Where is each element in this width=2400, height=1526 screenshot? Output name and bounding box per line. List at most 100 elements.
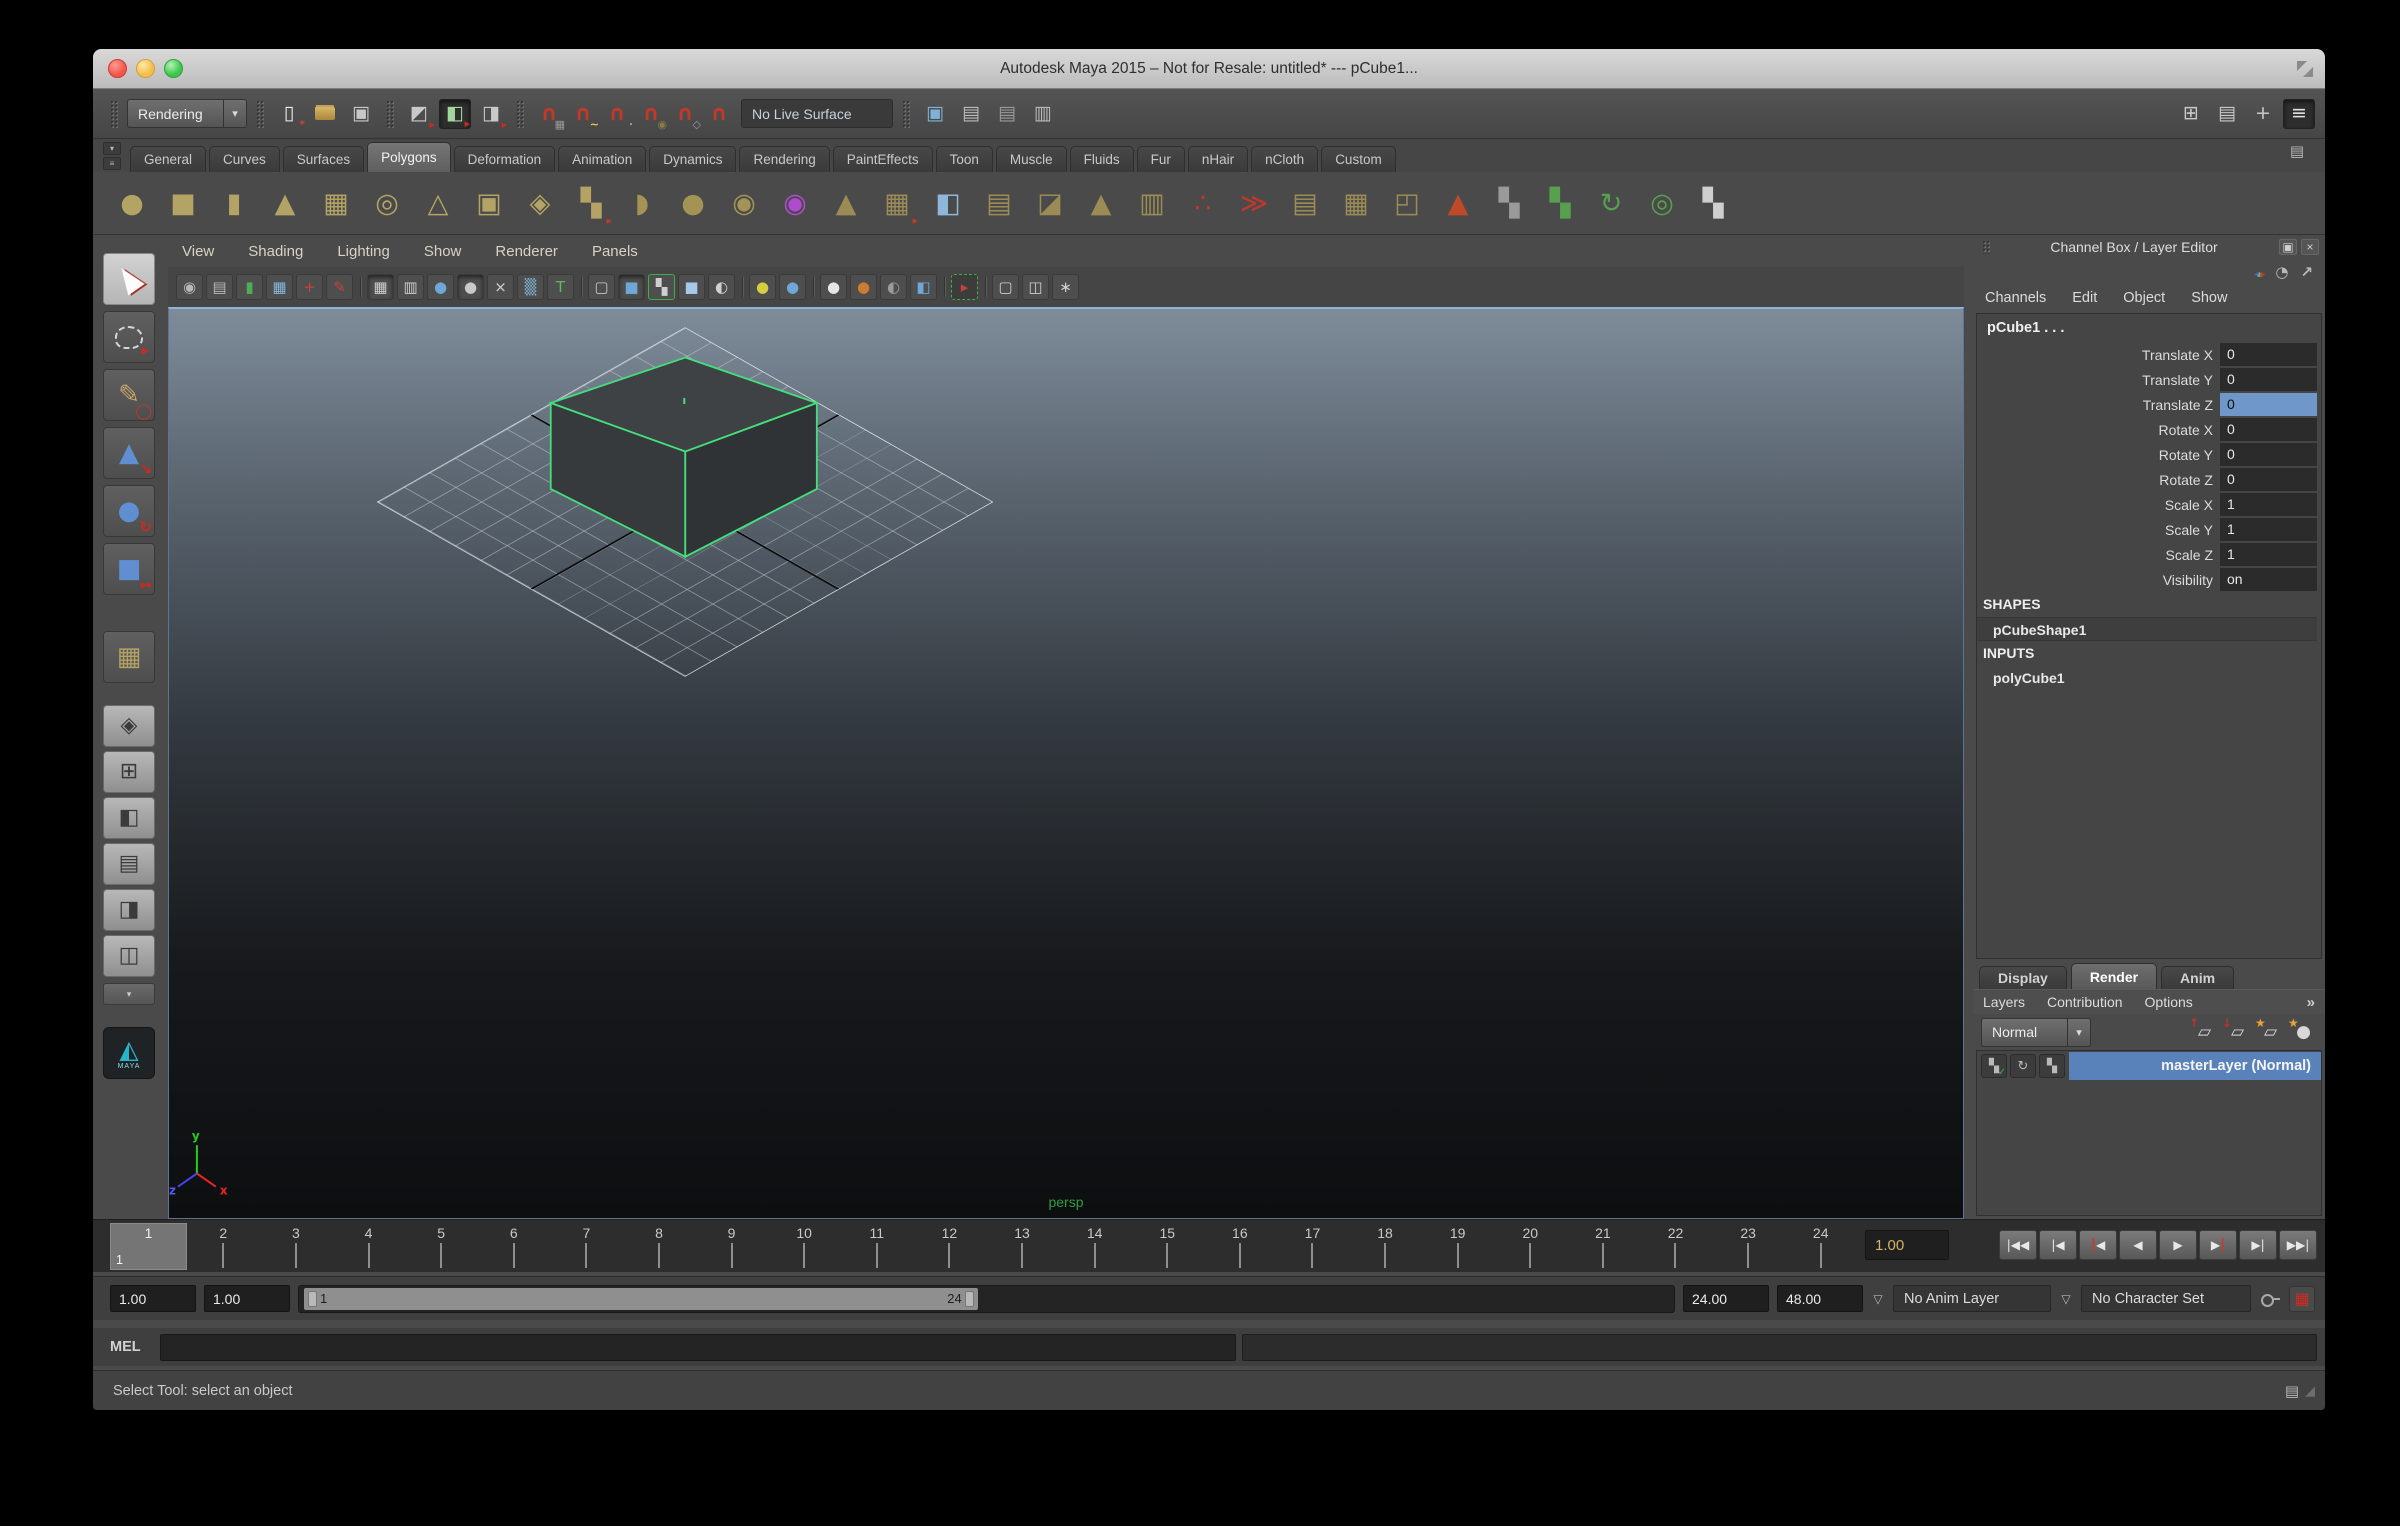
layout-persp-graph[interactable]: ▤	[103, 843, 155, 885]
frame-cell[interactable]: 9	[695, 1223, 768, 1270]
rotate-tool[interactable]: ● ↻	[103, 485, 155, 537]
step-back-frame-button[interactable]: |◀	[2039, 1230, 2077, 1260]
layout-four-pane[interactable]: ⊞	[103, 751, 155, 793]
move-tool[interactable]: ▲ ↘	[103, 427, 155, 479]
playback-start-field[interactable]: 1.00	[204, 1285, 290, 1312]
make-live-icon[interactable]: ∩	[703, 99, 735, 129]
layer-name[interactable]: masterLayer (Normal)	[2069, 1052, 2321, 1080]
chevron-down-icon[interactable]: ▾	[2067, 1017, 2091, 1047]
menu-set-dropdown[interactable]: Rendering ▾	[127, 99, 247, 128]
pcube1-object[interactable]	[547, 356, 820, 559]
material-ball-icon[interactable]: ◐	[708, 274, 735, 300]
channel-box-toggle-icon[interactable]: ≡	[2283, 98, 2315, 129]
ipr-render-icon[interactable]: ▤	[991, 99, 1023, 129]
extrude-icon[interactable]: ▲	[1080, 181, 1122, 225]
default-lighting-icon[interactable]: ●	[749, 274, 776, 300]
step-back-key-button[interactable]: | ◀	[2079, 1230, 2117, 1260]
bevel-icon[interactable]: ▦	[1335, 181, 1377, 225]
poly-cone-icon[interactable]: ▲	[264, 181, 306, 225]
xray-icon[interactable]: ▢	[992, 274, 1019, 300]
motion-blur-icon[interactable]: ◐	[880, 274, 907, 300]
wireframe-cube-icon[interactable]: ▢	[588, 274, 615, 300]
shelf-tab-toggle-icon[interactable]: ▾	[103, 142, 121, 155]
new-empty-layer-icon[interactable]: ▱ ★	[2255, 1017, 2284, 1045]
film-gate-icon[interactable]: ▥	[397, 274, 424, 300]
frame-cell[interactable]: 11	[840, 1223, 913, 1270]
camera-attributes-icon[interactable]: ▤	[206, 274, 233, 300]
frame-cell[interactable]: 22	[1639, 1223, 1712, 1270]
blend-mode-dropdown[interactable]: Normal ▾	[1981, 1017, 2091, 1047]
attribute-value[interactable]: 0	[2220, 343, 2317, 366]
bookmark-icon[interactable]: ▮	[236, 274, 263, 300]
pick-arrow-icon[interactable]: ↗	[2300, 263, 2313, 281]
shelf-menu-icon[interactable]: ≡	[103, 157, 121, 170]
smooth-icon[interactable]: ●	[672, 181, 714, 225]
textured-cube-icon[interactable]: ■	[678, 274, 705, 300]
scale-tool[interactable]: ■ ↔	[103, 543, 155, 595]
separator[interactable]	[809, 274, 817, 300]
open-scene-icon[interactable]	[309, 99, 341, 129]
new-scene-icon[interactable]: ▯ *	[273, 99, 305, 130]
poly-cube-icon[interactable]: ■	[162, 181, 204, 225]
shelf-tab[interactable]: Muscle	[995, 146, 1067, 172]
append-polygon-icon[interactable]: ◧	[927, 181, 969, 225]
script-editor-icon[interactable]: ▤	[2285, 1382, 2299, 1400]
grease-pencil-icon[interactable]: ✎	[326, 274, 353, 300]
frame-cell[interactable]: 17	[1276, 1223, 1349, 1270]
isolate-select-icon[interactable]: ▸	[951, 274, 978, 300]
move-layer-up-icon[interactable]: ▱ ↑	[2189, 1017, 2218, 1045]
options-menu[interactable]: Options	[2145, 994, 2193, 1010]
joint-xray-icon[interactable]: ∗	[1052, 274, 1079, 300]
separator[interactable]	[981, 274, 989, 300]
shape-node[interactable]: pCubeShape1	[1977, 617, 2317, 641]
shelf-tab[interactable]: Fur	[1136, 146, 1185, 172]
attribute-label[interactable]: Translate X	[1977, 347, 2220, 363]
poly-cylinder-icon[interactable]: ▮	[213, 181, 255, 225]
shelf-tab[interactable]: Fluids	[1069, 146, 1134, 172]
layout-single-pane[interactable]: ◈	[103, 705, 155, 747]
close-panel-button[interactable]: ×	[2301, 239, 2319, 255]
modeling-toolkit-toggle-icon[interactable]: ⊞	[2175, 99, 2207, 129]
sculpt-icon[interactable]: ▲	[1437, 181, 1479, 225]
subdiv-proxy-icon[interactable]: ◉	[723, 181, 765, 225]
current-time-field[interactable]: 1.00	[1865, 1230, 1949, 1260]
attribute-value[interactable]: 0	[2220, 418, 2317, 441]
chevron-down-icon[interactable]: ▽	[1871, 1292, 1885, 1306]
normals-icon[interactable]: ↻	[1590, 181, 1632, 225]
attribute-label[interactable]: Translate Z	[1977, 397, 2220, 413]
attribute-value[interactable]: 1	[2220, 543, 2317, 566]
title-bar[interactable]: Autodesk Maya 2015 – Not for Resale: unt…	[93, 49, 2325, 89]
select-component-icon[interactable]: ◨ ▸	[475, 99, 507, 130]
move-layer-down-icon[interactable]: ▱ ↓	[2222, 1017, 2251, 1045]
attribute-label[interactable]: Translate Y	[1977, 372, 2220, 388]
range-start-handle[interactable]	[308, 1290, 317, 1307]
perspective-view[interactable]: y z x persp	[168, 307, 1964, 1219]
snap-to-grid-icon[interactable]: ∩ ▦	[533, 99, 565, 130]
layout-persp-outliner[interactable]: ◧	[103, 797, 155, 839]
input-node[interactable]: polyCube1	[1977, 666, 2317, 690]
layer-overrides-toggle[interactable]: ▚	[2039, 1054, 2065, 1078]
layers-menu[interactable]: Layers	[1983, 994, 2025, 1010]
go-to-end-button[interactable]: ▶▶|	[2279, 1230, 2317, 1260]
layout-persp-uv[interactable]: ◫	[103, 935, 155, 977]
render-current-frame-icon[interactable]: ▤	[955, 99, 987, 129]
last-tool-button[interactable]: ▦	[103, 631, 155, 683]
live-surface-field[interactable]: No Live Surface	[741, 99, 893, 128]
shelf-tab[interactable]: Rendering	[739, 146, 830, 172]
contribution-menu[interactable]: Contribution	[2047, 994, 2123, 1010]
command-input[interactable]	[160, 1333, 1236, 1361]
annotation-icon[interactable]: T	[547, 274, 574, 300]
channel-box-menu[interactable]: Channels	[1985, 290, 2046, 306]
separator[interactable]	[577, 274, 585, 300]
frame-cell[interactable]: 13	[986, 1223, 1059, 1270]
attribute-value[interactable]: 0	[2220, 393, 2317, 416]
animation-start-field[interactable]: 1.00	[110, 1285, 196, 1312]
select-object-icon[interactable]: ◧ ▸	[439, 98, 471, 129]
speed-dial-icon[interactable]: ◔	[2275, 263, 2288, 281]
attribute-label[interactable]: Rotate Y	[1977, 447, 2220, 463]
set-key-icon[interactable]	[2259, 1288, 2281, 1310]
attribute-editor-toggle-icon[interactable]: ▤	[2211, 99, 2243, 129]
poly-plane-icon[interactable]: ▦	[315, 181, 357, 225]
poly-pipe-icon[interactable]: ▣	[468, 181, 510, 225]
grip-handle[interactable]	[386, 99, 394, 128]
